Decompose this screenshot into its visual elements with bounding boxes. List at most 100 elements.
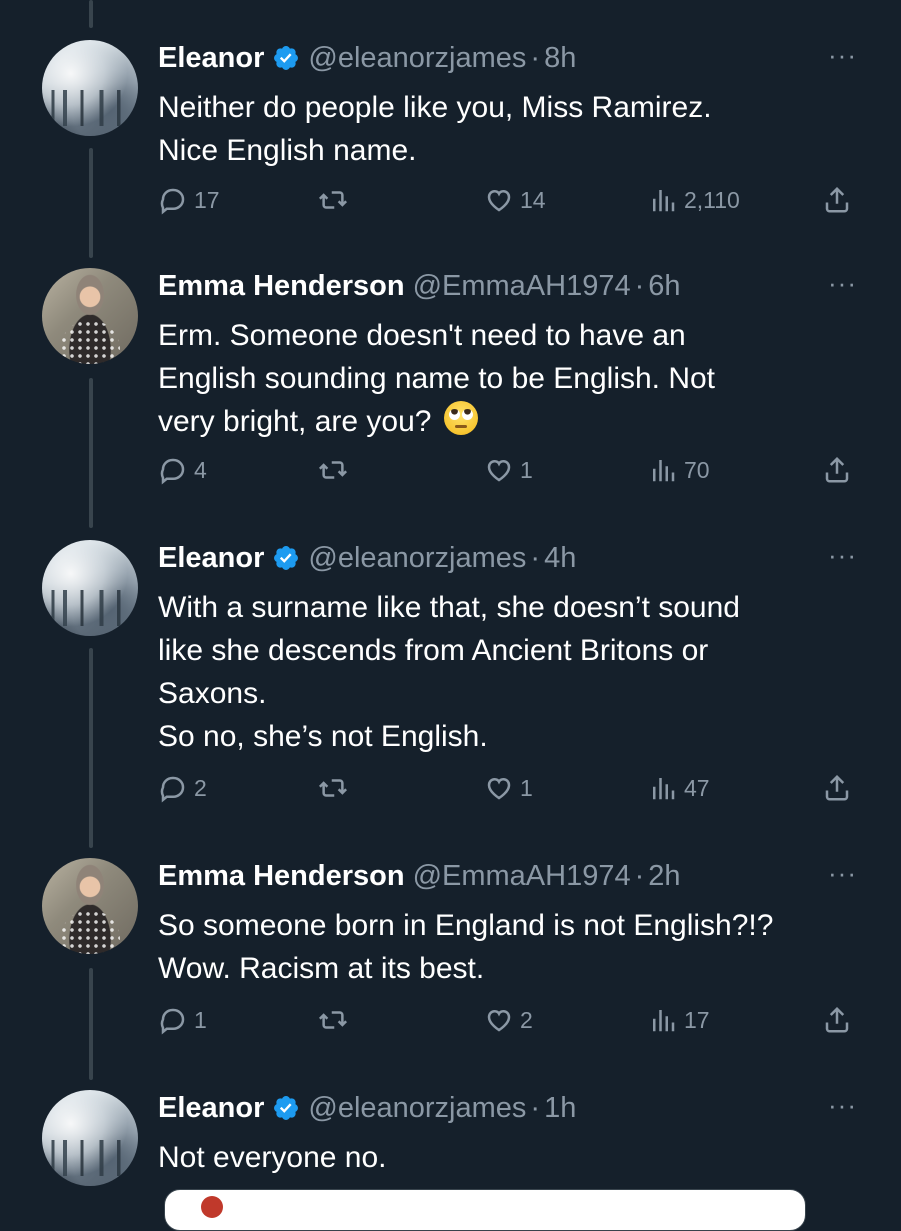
share-button[interactable] (822, 452, 852, 488)
tweet-text-line: Wow. Racism at its best. (158, 952, 485, 985)
views-icon (653, 190, 675, 212)
tweet-text-line: very bright, are you? (158, 400, 858, 443)
tweet-text-line: Erm. Someone doesn't need to have an (158, 319, 686, 352)
share-button[interactable] (822, 1002, 852, 1038)
tweet[interactable]: Eleanor @eleanorzjames · 8h ··· Neither do … (0, 40, 901, 230)
views-button[interactable]: 17 (648, 1002, 710, 1038)
like-button[interactable]: 1 (484, 770, 533, 806)
share-icon (825, 774, 849, 801)
author-handle[interactable]: @eleanorzjames (308, 42, 526, 74)
separator: · (530, 542, 541, 574)
reply-icon (160, 1008, 185, 1035)
timestamp[interactable]: 4h (544, 542, 576, 574)
more-horizontal-icon[interactable]: ··· (828, 40, 857, 71)
tweet-text-line: With a surname like that, she doesn’t so… (158, 591, 740, 624)
tweet-text-line: So no, she’s not English. (158, 720, 488, 753)
like-button[interactable]: 1 (484, 452, 533, 488)
tweet[interactable]: Emma Henderson @EmmaAH1974 · 2h ··· So some… (0, 858, 901, 1048)
repost-icon (318, 779, 348, 797)
timestamp[interactable]: 1h (544, 1092, 576, 1124)
tweet-text-fragment: very bright, are you? (158, 405, 432, 438)
tweet-text: Not everyone no. (158, 1136, 858, 1179)
more-horizontal-icon[interactable]: ··· (828, 858, 857, 889)
share-icon (825, 186, 849, 213)
like-count: 2 (520, 1006, 533, 1033)
avatar[interactable] (42, 40, 138, 136)
tweet[interactable]: Eleanor @eleanorzjames · 4h ··· With a surn… (0, 540, 901, 830)
like-button[interactable]: 14 (484, 182, 546, 218)
author-handle[interactable]: @EmmaAH1974 (413, 270, 631, 302)
more-horizontal-icon[interactable]: ··· (828, 540, 857, 571)
heart-icon (487, 189, 511, 212)
action-bar: 4 1 70 (158, 452, 858, 488)
like-button[interactable]: 2 (484, 1002, 533, 1038)
separator: · (530, 42, 541, 74)
share-icon (825, 1006, 849, 1033)
author-name[interactable]: Emma Henderson (158, 270, 405, 302)
share-button[interactable] (822, 770, 852, 806)
more-horizontal-icon[interactable]: ··· (828, 268, 857, 299)
repost-button[interactable] (318, 770, 354, 806)
views-icon (653, 460, 675, 482)
timestamp[interactable]: 2h (648, 860, 680, 892)
avatar[interactable] (42, 268, 138, 364)
tweet-text: With a surname like that, she doesn’t so… (158, 586, 858, 758)
heart-icon (487, 777, 511, 800)
action-bar: 17 14 2,110 (158, 182, 858, 218)
more-horizontal-icon[interactable]: ··· (828, 1090, 857, 1121)
views-button[interactable]: 47 (648, 770, 710, 806)
reply-count: 1 (194, 1006, 207, 1033)
tweet-text-line: Not everyone no. (158, 1141, 387, 1174)
tweet-text-line: English sounding name to be English. Not (158, 362, 716, 395)
avatar[interactable] (42, 1090, 138, 1186)
tweet-text-line: Neither do people like you, Miss Ramirez… (158, 91, 712, 124)
reply-button[interactable]: 1 (158, 1002, 207, 1038)
reply-button[interactable]: 2 (158, 770, 207, 806)
avatar-pattern (60, 320, 120, 364)
avatar-landscape (42, 1140, 138, 1176)
repost-button[interactable] (318, 182, 354, 218)
author-handle[interactable]: @eleanorzjames (308, 1092, 526, 1124)
author-name[interactable]: Emma Henderson (158, 860, 405, 892)
repost-icon (318, 461, 348, 479)
repost-icon (318, 1011, 348, 1029)
action-bar: 1 2 17 (158, 1002, 858, 1038)
reply-button[interactable]: 4 (158, 452, 207, 488)
tweet-text-line: like she descends from Ancient Britons o… (158, 634, 709, 667)
views-button[interactable]: 70 (648, 452, 710, 488)
attached-card[interactable] (164, 1189, 806, 1231)
separator: · (634, 860, 645, 892)
reply-button[interactable]: 17 (158, 182, 220, 218)
timestamp[interactable]: 8h (544, 42, 576, 74)
repost-button[interactable] (318, 1002, 354, 1038)
reply-icon (160, 458, 185, 485)
tweet-header: Eleanor @eleanorzjames · 4h (158, 540, 576, 576)
avatar[interactable] (42, 540, 138, 636)
repost-button[interactable] (318, 452, 354, 488)
tweet-text-line: Nice English name. (158, 134, 417, 167)
tweet[interactable]: Eleanor @eleanorzjames · 1h ··· Not everyon… (0, 1090, 901, 1200)
verified-badge-icon (274, 1096, 299, 1120)
avatar-landscape (42, 90, 138, 126)
tweet-text-line: Saxons. (158, 677, 267, 710)
like-count: 1 (520, 456, 533, 483)
views-icon (653, 1010, 675, 1032)
avatar[interactable] (42, 858, 138, 954)
heart-icon (487, 459, 511, 482)
views-count: 17 (684, 1006, 710, 1033)
author-handle[interactable]: @EmmaAH1974 (413, 860, 631, 892)
tweet-header: Emma Henderson @EmmaAH1974 · 2h (158, 858, 681, 894)
reply-icon (160, 776, 185, 803)
views-button[interactable]: 2,110 (648, 182, 740, 218)
author-name[interactable]: Eleanor (158, 1092, 264, 1124)
share-button[interactable] (822, 182, 852, 218)
tweet[interactable]: Emma Henderson @EmmaAH1974 · 6h ··· Erm. So… (0, 268, 901, 508)
author-name[interactable]: Eleanor (158, 542, 264, 574)
reply-icon (160, 188, 185, 215)
tweet-text: So someone born in England is not Englis… (158, 904, 858, 990)
timestamp[interactable]: 6h (648, 270, 680, 302)
tweet-header: Eleanor @eleanorzjames · 1h (158, 1090, 576, 1126)
author-name[interactable]: Eleanor (158, 42, 264, 74)
verified-badge-icon (274, 46, 299, 70)
author-handle[interactable]: @eleanorzjames (308, 542, 526, 574)
